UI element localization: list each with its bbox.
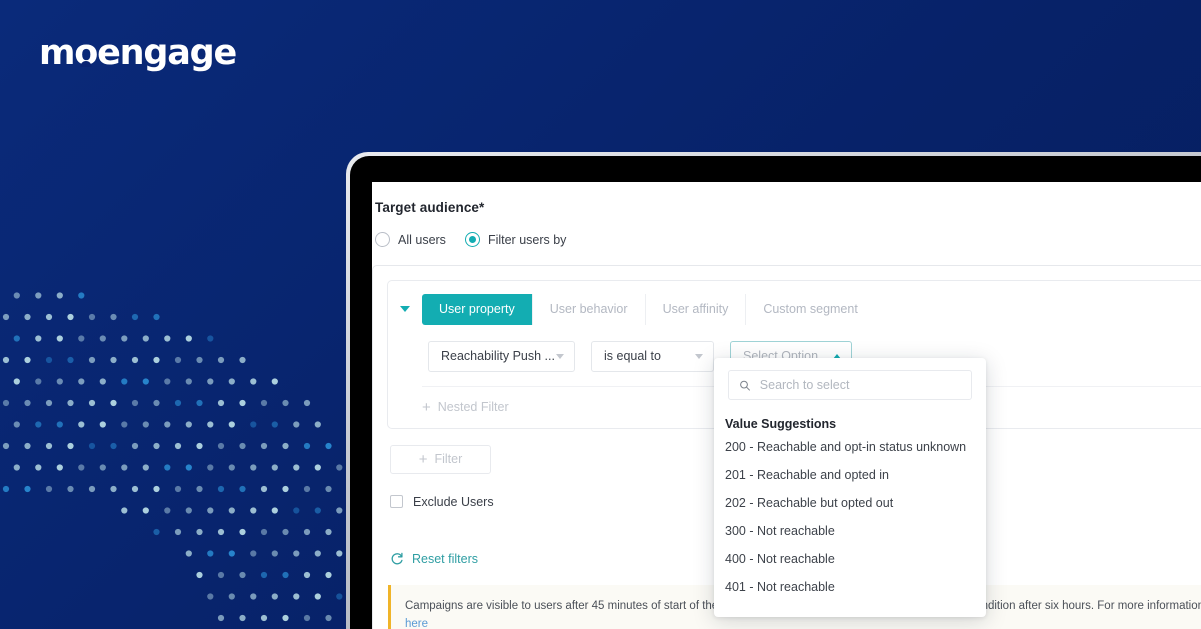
- dropdown-option[interactable]: 400 - Not reachable: [714, 545, 986, 573]
- dropdown-option[interactable]: 201 - Reachable and opted in: [714, 461, 986, 489]
- decorative-dot-arc: [2, 292, 380, 622]
- brand-text-part1: m: [39, 32, 75, 73]
- audience-radio-group: All users Filter users by: [372, 232, 1201, 247]
- search-icon: [740, 380, 750, 391]
- reset-filters-label: Reset filters: [412, 551, 478, 566]
- radio-all-users-label: All users: [398, 232, 446, 247]
- operator-select-value: is equal to: [604, 349, 661, 363]
- dropdown-search-box[interactable]: [728, 370, 972, 400]
- add-filter-button[interactable]: + Filter: [390, 444, 491, 474]
- tab-user-property[interactable]: User property: [422, 294, 533, 325]
- screenshot-canvas: m o engage Target audience* All users Filt…: [0, 0, 1201, 629]
- dropdown-option[interactable]: 202 - Reachable but opted out: [714, 489, 986, 517]
- tab-user-behavior[interactable]: User behavior: [532, 294, 646, 325]
- radio-filter-users-by-label: Filter users by: [487, 232, 567, 247]
- refresh-icon: [391, 552, 403, 564]
- add-filter-label: Filter: [434, 452, 463, 466]
- radio-filter-users-by[interactable]: Filter users by: [464, 232, 567, 247]
- plus-icon: +: [418, 450, 428, 468]
- value-options-dropdown: Value Suggestions 200 - Reachable and op…: [714, 358, 986, 617]
- exclude-users-checkbox[interactable]: [390, 495, 403, 508]
- filter-tabs-row: User property User behavior User affinit…: [400, 294, 1201, 325]
- chevron-down-icon[interactable]: [400, 306, 410, 313]
- operator-select[interactable]: is equal to: [591, 340, 714, 372]
- plus-icon: +: [422, 398, 431, 416]
- add-nested-filter-label: Nested Filter: [437, 400, 509, 414]
- dropdown-option[interactable]: 300 - Not reachable: [714, 517, 986, 545]
- radio-all-users[interactable]: All users: [375, 232, 446, 247]
- search-input[interactable]: [759, 378, 961, 392]
- radio-filter-users-by-icon: [464, 232, 480, 247]
- chevron-down-icon: [695, 353, 703, 359]
- page-title: Target audience*: [375, 200, 485, 215]
- property-select-value: Reachability Push ...: [441, 349, 555, 363]
- brand-o-letter: o: [74, 32, 98, 73]
- tab-user-affinity[interactable]: User affinity: [645, 294, 747, 325]
- value-suggestions-heading: Value Suggestions: [725, 417, 837, 431]
- dropdown-option[interactable]: 200 - Reachable and opt-in status unknow…: [714, 433, 986, 461]
- brand-wordmark: m o engage: [39, 32, 237, 73]
- property-select[interactable]: Reachability Push ...: [428, 340, 575, 372]
- brand-text-part2: engage: [97, 32, 237, 73]
- exclude-users-label: Exclude Users: [413, 494, 494, 509]
- moengage-logo: m o engage: [39, 32, 237, 73]
- notice-here-link[interactable]: here: [405, 618, 428, 629]
- brand-o-glyph: o: [74, 32, 98, 73]
- chevron-down-icon: [556, 353, 564, 359]
- radio-all-users-icon: [375, 232, 390, 247]
- filter-type-tabs: User property User behavior User affinit…: [422, 294, 875, 325]
- brand-smile-mark: [80, 60, 92, 67]
- tab-custom-segment[interactable]: Custom segment: [746, 294, 875, 325]
- dropdown-option[interactable]: 401 - Not reachable: [714, 573, 986, 601]
